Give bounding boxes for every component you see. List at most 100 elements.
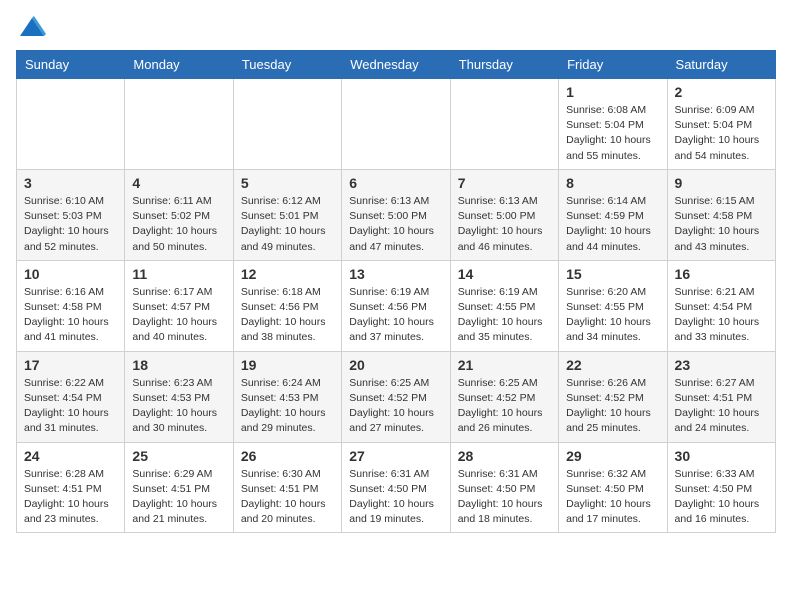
calendar-header-sunday: Sunday — [17, 51, 125, 79]
calendar-cell — [17, 79, 125, 170]
calendar-cell: 13 Sunrise: 6:19 AM Sunset: 4:56 PM Dayli… — [342, 260, 450, 351]
day-number: 3 — [24, 175, 117, 191]
day-number: 17 — [24, 357, 117, 373]
day-number: 15 — [566, 266, 659, 282]
calendar-cell — [342, 79, 450, 170]
day-info: Sunrise: 6:25 AM Sunset: 4:52 PM Dayligh… — [349, 376, 442, 437]
calendar-cell: 10 Sunrise: 6:16 AM Sunset: 4:58 PM Dayli… — [17, 260, 125, 351]
calendar-cell: 20 Sunrise: 6:25 AM Sunset: 4:52 PM Dayli… — [342, 351, 450, 442]
calendar-cell: 28 Sunrise: 6:31 AM Sunset: 4:50 PM Dayli… — [450, 442, 558, 533]
day-number: 11 — [132, 266, 225, 282]
day-info: Sunrise: 6:23 AM Sunset: 4:53 PM Dayligh… — [132, 376, 225, 437]
calendar-cell: 27 Sunrise: 6:31 AM Sunset: 4:50 PM Dayli… — [342, 442, 450, 533]
logo-icon — [18, 16, 46, 38]
calendar-cell: 3 Sunrise: 6:10 AM Sunset: 5:03 PM Daylig… — [17, 169, 125, 260]
calendar-cell: 25 Sunrise: 6:29 AM Sunset: 4:51 PM Dayli… — [125, 442, 233, 533]
calendar-cell: 19 Sunrise: 6:24 AM Sunset: 4:53 PM Dayli… — [233, 351, 341, 442]
calendar-cell: 15 Sunrise: 6:20 AM Sunset: 4:55 PM Dayli… — [559, 260, 667, 351]
day-info: Sunrise: 6:10 AM Sunset: 5:03 PM Dayligh… — [24, 194, 117, 255]
day-number: 22 — [566, 357, 659, 373]
day-number: 28 — [458, 448, 551, 464]
day-info: Sunrise: 6:19 AM Sunset: 4:56 PM Dayligh… — [349, 285, 442, 346]
calendar-header-monday: Monday — [125, 51, 233, 79]
day-number: 13 — [349, 266, 442, 282]
day-number: 1 — [566, 84, 659, 100]
calendar-cell: 26 Sunrise: 6:30 AM Sunset: 4:51 PM Dayli… — [233, 442, 341, 533]
calendar-header-tuesday: Tuesday — [233, 51, 341, 79]
day-number: 30 — [675, 448, 768, 464]
calendar-header-row: SundayMondayTuesdayWednesdayThursdayFrid… — [17, 51, 776, 79]
day-number: 26 — [241, 448, 334, 464]
day-info: Sunrise: 6:13 AM Sunset: 5:00 PM Dayligh… — [349, 194, 442, 255]
calendar-cell — [450, 79, 558, 170]
calendar-table: SundayMondayTuesdayWednesdayThursdayFrid… — [16, 50, 776, 533]
day-info: Sunrise: 6:08 AM Sunset: 5:04 PM Dayligh… — [566, 103, 659, 164]
day-number: 9 — [675, 175, 768, 191]
day-number: 8 — [566, 175, 659, 191]
day-info: Sunrise: 6:12 AM Sunset: 5:01 PM Dayligh… — [241, 194, 334, 255]
calendar-header-wednesday: Wednesday — [342, 51, 450, 79]
calendar-cell: 9 Sunrise: 6:15 AM Sunset: 4:58 PM Daylig… — [667, 169, 775, 260]
calendar-cell: 14 Sunrise: 6:19 AM Sunset: 4:55 PM Dayli… — [450, 260, 558, 351]
day-info: Sunrise: 6:22 AM Sunset: 4:54 PM Dayligh… — [24, 376, 117, 437]
day-number: 29 — [566, 448, 659, 464]
logo — [16, 16, 48, 38]
calendar-cell: 24Sunrise: 6:28 AM Sunset: 4:51 PM Dayli… — [17, 442, 125, 533]
day-info: Sunrise: 6:32 AM Sunset: 4:50 PM Dayligh… — [566, 467, 659, 528]
day-info: Sunrise: 6:14 AM Sunset: 4:59 PM Dayligh… — [566, 194, 659, 255]
day-number: 10 — [24, 266, 117, 282]
day-info: Sunrise: 6:13 AM Sunset: 5:00 PM Dayligh… — [458, 194, 551, 255]
day-number: 14 — [458, 266, 551, 282]
day-number: 20 — [349, 357, 442, 373]
day-number: 19 — [241, 357, 334, 373]
calendar-cell: 12Sunrise: 6:18 AM Sunset: 4:56 PM Dayli… — [233, 260, 341, 351]
day-info: Sunrise: 6:33 AM Sunset: 4:50 PM Dayligh… — [675, 467, 768, 528]
day-number: 2 — [675, 84, 768, 100]
day-info: Sunrise: 6:31 AM Sunset: 4:50 PM Dayligh… — [458, 467, 551, 528]
day-number: 6 — [349, 175, 442, 191]
day-info: Sunrise: 6:24 AM Sunset: 4:53 PM Dayligh… — [241, 376, 334, 437]
day-number: 25 — [132, 448, 225, 464]
day-number: 23 — [675, 357, 768, 373]
calendar-cell: 5 Sunrise: 6:12 AM Sunset: 5:01 PM Daylig… — [233, 169, 341, 260]
day-info: Sunrise: 6:21 AM Sunset: 4:54 PM Dayligh… — [675, 285, 768, 346]
day-info: Sunrise: 6:09 AM Sunset: 5:04 PM Dayligh… — [675, 103, 768, 164]
day-info: Sunrise: 6:20 AM Sunset: 4:55 PM Dayligh… — [566, 285, 659, 346]
calendar-cell: 17 Sunrise: 6:22 AM Sunset: 4:54 PM Dayli… — [17, 351, 125, 442]
day-number: 4 — [132, 175, 225, 191]
day-info: Sunrise: 6:15 AM Sunset: 4:58 PM Dayligh… — [675, 194, 768, 255]
page-header — [16, 16, 776, 38]
day-number: 27 — [349, 448, 442, 464]
calendar-cell — [125, 79, 233, 170]
day-info: Sunrise: 6:16 AM Sunset: 4:58 PM Dayligh… — [24, 285, 117, 346]
calendar-cell: 7 Sunrise: 6:13 AM Sunset: 5:00 PM Daylig… — [450, 169, 558, 260]
day-info: Sunrise: 6:30 AM Sunset: 4:51 PM Dayligh… — [241, 467, 334, 528]
calendar-cell: 29 Sunrise: 6:32 AM Sunset: 4:50 PM Dayli… — [559, 442, 667, 533]
calendar-cell: 30 Sunrise: 6:33 AM Sunset: 4:50 PM Dayli… — [667, 442, 775, 533]
calendar-cell: 11Sunrise: 6:17 AM Sunset: 4:57 PM Dayli… — [125, 260, 233, 351]
calendar-cell: 22 Sunrise: 6:26 AM Sunset: 4:52 PM Dayli… — [559, 351, 667, 442]
day-number: 7 — [458, 175, 551, 191]
calendar-week-4: 24Sunrise: 6:28 AM Sunset: 4:51 PM Dayli… — [17, 442, 776, 533]
day-info: Sunrise: 6:25 AM Sunset: 4:52 PM Dayligh… — [458, 376, 551, 437]
calendar-cell: 6 Sunrise: 6:13 AM Sunset: 5:00 PM Daylig… — [342, 169, 450, 260]
day-info: Sunrise: 6:26 AM Sunset: 4:52 PM Dayligh… — [566, 376, 659, 437]
calendar-cell: 2 Sunrise: 6:09 AM Sunset: 5:04 PM Daylig… — [667, 79, 775, 170]
day-number: 24 — [24, 448, 117, 464]
calendar-cell: 18Sunrise: 6:23 AM Sunset: 4:53 PM Dayli… — [125, 351, 233, 442]
day-info: Sunrise: 6:29 AM Sunset: 4:51 PM Dayligh… — [132, 467, 225, 528]
calendar-cell: 1 Sunrise: 6:08 AM Sunset: 5:04 PM Daylig… — [559, 79, 667, 170]
calendar-cell: 21Sunrise: 6:25 AM Sunset: 4:52 PM Dayli… — [450, 351, 558, 442]
calendar-header-thursday: Thursday — [450, 51, 558, 79]
calendar-header-saturday: Saturday — [667, 51, 775, 79]
day-number: 16 — [675, 266, 768, 282]
day-info: Sunrise: 6:31 AM Sunset: 4:50 PM Dayligh… — [349, 467, 442, 528]
day-info: Sunrise: 6:19 AM Sunset: 4:55 PM Dayligh… — [458, 285, 551, 346]
day-info: Sunrise: 6:18 AM Sunset: 4:56 PM Dayligh… — [241, 285, 334, 346]
calendar-cell: 8 Sunrise: 6:14 AM Sunset: 4:59 PM Daylig… — [559, 169, 667, 260]
day-info: Sunrise: 6:11 AM Sunset: 5:02 PM Dayligh… — [132, 194, 225, 255]
day-number: 5 — [241, 175, 334, 191]
calendar-week-2: 10 Sunrise: 6:16 AM Sunset: 4:58 PM Dayli… — [17, 260, 776, 351]
calendar-week-3: 17 Sunrise: 6:22 AM Sunset: 4:54 PM Dayli… — [17, 351, 776, 442]
calendar-cell — [233, 79, 341, 170]
